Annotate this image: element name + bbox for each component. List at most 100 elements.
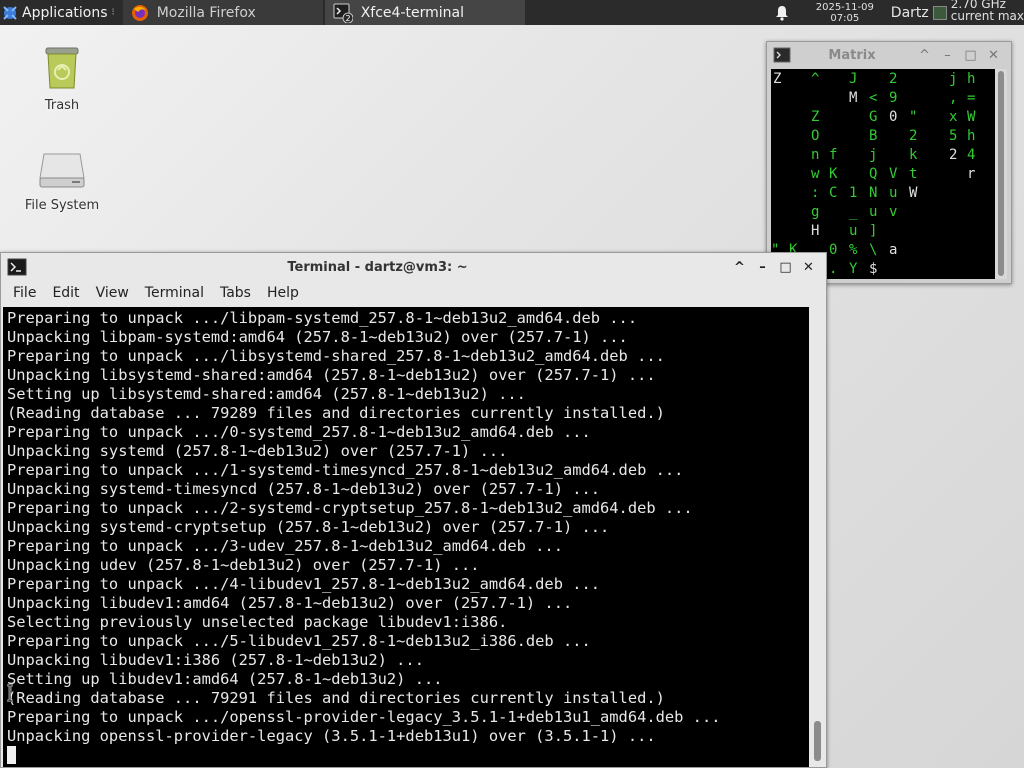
- text-cursor-icon: [7, 684, 13, 702]
- terminal-icon: [7, 258, 27, 276]
- terminal-line: Unpacking udev (257.8-1~deb13u2) over (2…: [7, 556, 480, 574]
- notifications-button[interactable]: [767, 5, 797, 21]
- xfce-mouse-icon: [3, 5, 17, 20]
- maximize-button[interactable]: □: [774, 257, 797, 277]
- clock-date: 2025-11-09: [815, 1, 874, 13]
- matrix-glyph: h: [967, 71, 976, 87]
- menu-help[interactable]: Help: [259, 285, 307, 301]
- terminal-scrollbar[interactable]: [809, 307, 825, 767]
- close-button[interactable]: ✕: [797, 257, 820, 277]
- matrix-glyph: g: [811, 204, 820, 220]
- matrix-glyph: x: [949, 109, 958, 125]
- terminal-icon: 2: [333, 3, 353, 23]
- matrix-glyph: ,: [949, 90, 958, 106]
- applications-menu-button[interactable]: Applications ⁝: [0, 0, 119, 25]
- matrix-glyph: w: [811, 166, 820, 182]
- minimize-button[interactable]: –: [936, 48, 959, 63]
- firefox-icon: [131, 4, 148, 21]
- user-menu-button[interactable]: Dartz: [891, 5, 929, 21]
- maximize-button[interactable]: □: [959, 48, 982, 63]
- terminal-line: Preparing to unpack .../4-libudev1_257.8…: [7, 575, 601, 593]
- matrix-glyph: ^: [811, 71, 820, 87]
- matrix-scrollbar-thumb[interactable]: [998, 71, 1004, 276]
- terminal-window[interactable]: Terminal - dartz@vm3: ~ ^ – □ ✕ File Edi…: [0, 252, 827, 768]
- terminal-line: Unpacking libudev1:i386 (257.8-1~deb13u2…: [7, 651, 424, 669]
- matrix-glyph: $: [869, 261, 878, 277]
- matrix-glyph: ]: [869, 223, 878, 239]
- matrix-glyph: f: [829, 147, 838, 163]
- matrix-rain-screen: Z ^ J 2 j h M <9, = Z G 0 " x W O B 2 5 h n f j k 2 4 w K Q Vt r: C 1 Nu W…: [771, 69, 995, 279]
- matrix-glyph: O: [811, 128, 820, 144]
- desktop-icon-file-system[interactable]: File System: [12, 148, 112, 213]
- matrix-window[interactable]: Matrix ^ – □ ✕ Z ^ J 2 j h M <9, = Z G 0 " x W O B 2 5 h n f j…: [766, 41, 1012, 284]
- terminal-scrollbar-thumb[interactable]: [814, 721, 821, 761]
- maximize-vertical-button[interactable]: ^: [728, 257, 751, 277]
- terminal-titlebar[interactable]: Terminal - dartz@vm3: ~ ^ – □ ✕: [1, 253, 826, 281]
- matrix-glyph: 5: [949, 128, 958, 144]
- minimize-button[interactable]: –: [751, 257, 774, 277]
- matrix-glyph: H: [811, 223, 820, 239]
- matrix-glyph: u: [849, 223, 858, 239]
- matrix-glyph: G: [869, 109, 878, 125]
- terminal-line: Unpacking openssl-provider-legacy (3.5.1…: [7, 727, 656, 745]
- desktop-icon-trash[interactable]: Trash: [12, 44, 112, 113]
- matrix-glyph: B: [869, 128, 878, 144]
- maximize-vertical-button[interactable]: ^: [913, 48, 936, 63]
- matrix-glyph: W: [967, 109, 976, 125]
- matrix-window-title: Matrix: [828, 47, 876, 63]
- matrix-glyph: %: [849, 242, 858, 258]
- desktop-icon-trash-label: Trash: [44, 98, 80, 113]
- matrix-glyph: M: [849, 90, 858, 106]
- terminal-line: Unpacking libsystemd-shared:amd64 (257.8…: [7, 366, 656, 384]
- matrix-glyph: 2: [889, 71, 898, 87]
- panel-clock[interactable]: 2025-11-09 07:05: [805, 2, 885, 24]
- terminal-line: Unpacking systemd-cryptsetup (257.8-1~de…: [7, 518, 610, 536]
- matrix-glyph: r: [967, 166, 976, 182]
- terminal-line: Preparing to unpack .../5-libudev1_257.8…: [7, 632, 591, 650]
- matrix-glyph: <: [869, 90, 878, 106]
- close-button[interactable]: ✕: [982, 48, 1005, 63]
- drive-icon: [39, 153, 85, 188]
- matrix-glyph: h: [967, 128, 976, 144]
- matrix-glyph: 9: [889, 90, 898, 106]
- taskbar-firefox[interactable]: Mozilla Firefox: [122, 0, 323, 25]
- matrix-glyph: J: [849, 71, 858, 87]
- matrix-glyph: N: [869, 185, 878, 201]
- terminal-line: Preparing to unpack .../2-systemd-crypts…: [7, 499, 693, 517]
- matrix-glyph: k: [909, 147, 918, 163]
- menu-tabs[interactable]: Tabs: [212, 285, 259, 301]
- menu-edit[interactable]: Edit: [44, 285, 87, 301]
- applications-label: Applications: [22, 4, 108, 21]
- terminal-line: Preparing to unpack .../0-systemd_257.8-…: [7, 423, 591, 441]
- matrix-scrollbar[interactable]: [995, 69, 1007, 279]
- matrix-glyph: 2: [949, 147, 958, 163]
- cpu-frequency-plugin[interactable]: 2.70 GHz current max: [951, 0, 1024, 25]
- terminal-line: Setting up libsystemd-shared:amd64 (257.…: [7, 385, 526, 403]
- taskbar-terminal-badge: 2: [345, 14, 350, 23]
- desktop-icon-file-system-label: File System: [24, 198, 100, 213]
- terminal-line: Preparing to unpack .../3-udev_257.8-1~d…: [7, 537, 563, 555]
- menu-view[interactable]: View: [88, 285, 137, 301]
- terminal-cursor-line: [7, 746, 809, 765]
- matrix-titlebar[interactable]: Matrix ^ – □ ✕: [767, 42, 1011, 68]
- panel-separator-icon: ⁝: [111, 7, 115, 18]
- terminal-menubar: File Edit View Terminal Tabs Help: [1, 281, 826, 305]
- terminal-line: (Reading database ... 79289 files and di…: [7, 404, 665, 422]
- menu-file[interactable]: File: [5, 285, 44, 301]
- matrix-glyph: \: [869, 242, 878, 258]
- menu-terminal[interactable]: Terminal: [137, 285, 212, 301]
- terminal-line: Selecting previously unselected package …: [7, 613, 508, 631]
- matrix-glyph: 4: [967, 147, 976, 163]
- matrix-glyph: j: [949, 71, 958, 87]
- taskbar-terminal[interactable]: 2 Xfce4-terminal: [324, 0, 525, 25]
- terminal-cursor: [7, 746, 16, 764]
- terminal-output[interactable]: Preparing to unpack .../libpam-systemd_2…: [3, 307, 809, 767]
- matrix-glyph: t: [909, 166, 918, 182]
- terminal-icon: [773, 47, 791, 63]
- matrix-glyph: W: [909, 185, 918, 201]
- matrix-glyph: 2: [909, 128, 918, 144]
- terminal-line: Preparing to unpack .../1-systemd-timesy…: [7, 461, 684, 479]
- terminal-line: (Reading database ... 79291 files and di…: [7, 689, 665, 707]
- matrix-glyph: 0: [889, 109, 898, 125]
- matrix-glyph: :: [811, 185, 820, 201]
